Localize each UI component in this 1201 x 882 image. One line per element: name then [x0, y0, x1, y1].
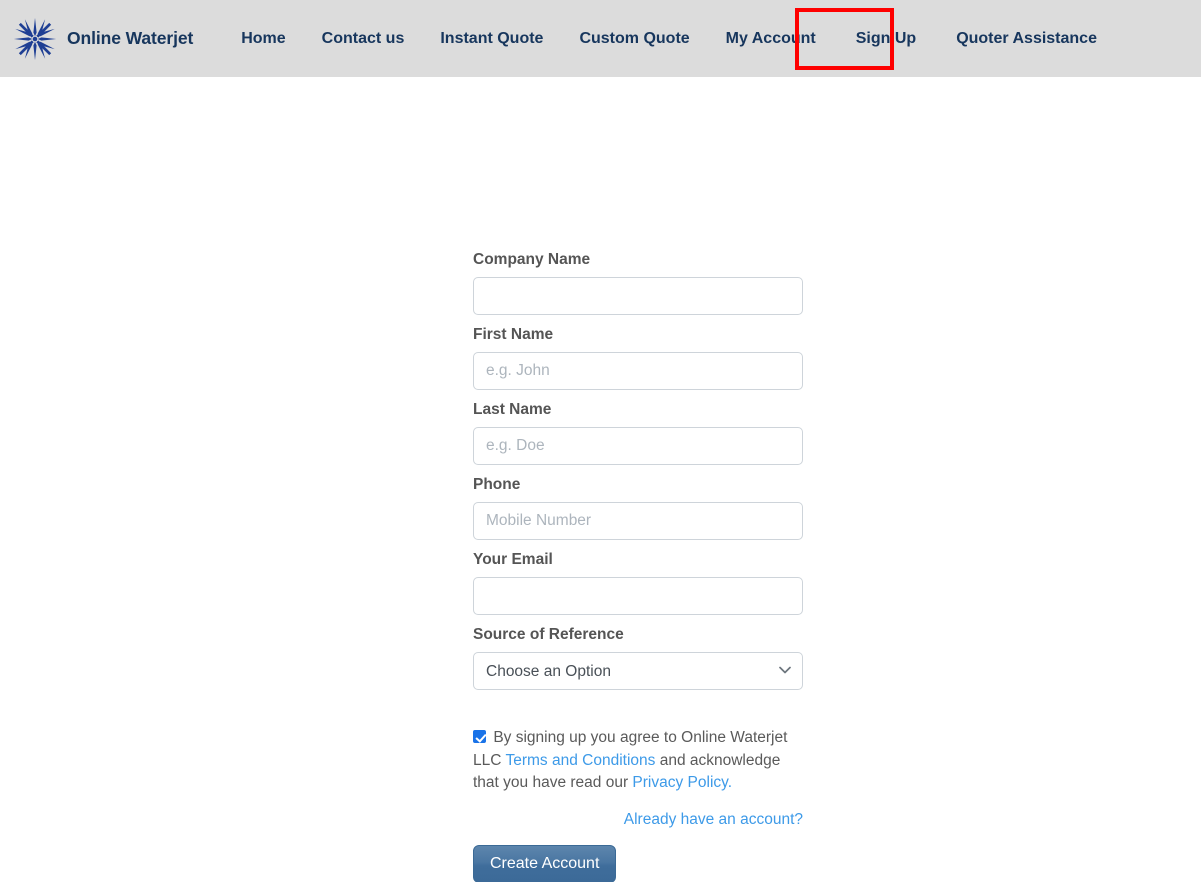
source-select-shell: Choose an Option	[473, 652, 803, 690]
field-spacer	[473, 390, 803, 400]
label-company-name: Company Name	[473, 251, 591, 268]
field-last-name: Last Name	[473, 400, 803, 465]
last-name-input[interactable]	[473, 427, 803, 465]
nav-link-sign-up[interactable]: Sign Up	[834, 0, 938, 77]
field-spacer	[473, 465, 803, 475]
field-source-of-reference: Source of Reference Choose an Option	[473, 625, 803, 690]
nav-link-home[interactable]: Home	[223, 0, 303, 77]
field-phone: Phone	[473, 475, 803, 540]
brand-logo[interactable]: Online Waterjet	[12, 0, 193, 77]
privacy-policy-link[interactable]: Privacy Policy.	[632, 774, 732, 791]
label-first-name: First Name	[473, 326, 554, 343]
field-email: Your Email	[473, 550, 803, 615]
terms-and-conditions-link[interactable]: Terms and Conditions	[505, 752, 655, 769]
field-company-name: Company Name	[473, 250, 803, 315]
field-spacer	[473, 315, 803, 325]
field-spacer	[473, 615, 803, 625]
company-name-input[interactable]	[473, 277, 803, 315]
nav-links: Home Contact us Instant Quote Custom Quo…	[223, 0, 1115, 77]
signup-form: Company Name First Name Last Name Phone …	[473, 250, 803, 882]
starburst-logo-icon	[13, 17, 57, 60]
source-of-reference-select[interactable]: Choose an Option	[473, 652, 803, 690]
nav-link-contact-us[interactable]: Contact us	[304, 0, 423, 77]
terms-checkbox[interactable]	[473, 730, 486, 743]
first-name-input[interactable]	[473, 352, 803, 390]
label-last-name: Last Name	[473, 401, 552, 418]
signup-page: Company Name First Name Last Name Phone …	[0, 77, 1201, 882]
email-input[interactable]	[473, 577, 803, 615]
already-have-account-row: Already have an account?	[473, 811, 803, 829]
top-navbar: Online Waterjet Home Contact us Instant …	[0, 0, 1201, 77]
field-first-name: First Name	[473, 325, 803, 390]
nav-link-custom-quote[interactable]: Custom Quote	[561, 0, 707, 77]
create-account-button[interactable]: Create Account	[473, 844, 617, 882]
label-email: Your Email	[473, 551, 553, 568]
nav-link-my-account[interactable]: My Account	[708, 0, 834, 77]
label-phone: Phone	[473, 476, 521, 493]
nav-link-quoter-assistance[interactable]: Quoter Assistance	[938, 0, 1115, 77]
already-have-account-link[interactable]: Already have an account?	[624, 811, 803, 828]
terms-agreement-row: By signing up you agree to Online Waterj…	[473, 727, 803, 795]
label-source-of-reference: Source of Reference	[473, 626, 624, 643]
brand-name: Online Waterjet	[67, 28, 194, 48]
submit-row: Create Account	[473, 844, 803, 882]
nav-link-instant-quote[interactable]: Instant Quote	[422, 0, 561, 77]
field-spacer	[473, 540, 803, 550]
phone-input[interactable]	[473, 502, 803, 540]
